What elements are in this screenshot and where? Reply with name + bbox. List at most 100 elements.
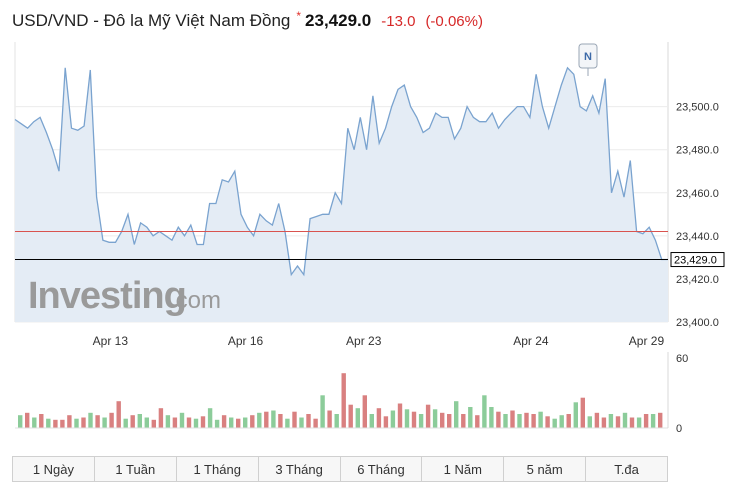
volume-bar xyxy=(130,415,135,428)
volume-bar xyxy=(545,416,550,428)
y-tick-label: 23,400.0 xyxy=(676,317,719,329)
volume-bar xyxy=(566,414,571,428)
volume-bar xyxy=(116,401,121,428)
volume-axis-ticks: 0 60 xyxy=(676,353,688,435)
watermark-suffix: .com xyxy=(169,287,221,314)
price-chart[interactable]: Investing .com Apr 13 Apr 16 Apr 23 Apr 24 A… xyxy=(0,0,750,450)
volume-bar xyxy=(81,417,86,428)
y-tick-label: 23,440.0 xyxy=(676,231,719,243)
volume-bar xyxy=(60,419,65,428)
volume-bar xyxy=(285,418,290,428)
tab-1-month[interactable]: 1 Tháng xyxy=(177,457,259,481)
volume-bar xyxy=(186,417,192,428)
volume-bar xyxy=(264,411,269,428)
tab-max[interactable]: T.đa xyxy=(586,457,667,481)
volume-bars xyxy=(15,352,669,429)
tab-1-day[interactable]: 1 Ngày xyxy=(13,457,95,481)
volume-bar xyxy=(214,419,220,428)
volume-bar xyxy=(615,416,621,428)
volume-bar xyxy=(278,414,283,428)
volume-bar xyxy=(425,404,431,428)
volume-bar xyxy=(538,411,543,428)
volume-bar xyxy=(327,410,332,428)
volume-bar xyxy=(482,395,487,428)
volume-bar xyxy=(165,415,171,428)
volume-bar xyxy=(299,417,304,428)
volume-bar xyxy=(306,414,311,428)
volume-bar xyxy=(622,412,628,428)
volume-bar xyxy=(404,409,410,428)
news-marker[interactable]: N xyxy=(578,43,598,76)
volume-bar xyxy=(193,418,199,428)
volume-bar xyxy=(573,402,578,428)
volume-bar xyxy=(221,415,227,428)
volume-bar xyxy=(46,418,51,428)
volume-bar xyxy=(88,412,93,428)
volume-bar xyxy=(524,412,529,428)
volume-bar xyxy=(348,404,353,428)
volume-bar xyxy=(158,408,164,428)
current-price-label-text: 23,429.0 xyxy=(674,255,717,267)
volume-bar xyxy=(250,415,255,428)
tab-6-months[interactable]: 6 Tháng xyxy=(341,457,423,481)
x-tick-label: Apr 23 xyxy=(346,334,382,348)
volume-bar xyxy=(440,412,445,428)
volume-bar xyxy=(496,411,501,428)
volume-bar xyxy=(144,417,149,428)
volume-bar xyxy=(418,414,424,428)
volume-bar xyxy=(468,407,473,428)
volume-bar xyxy=(18,415,23,428)
volume-bar xyxy=(489,407,494,428)
tab-1-week[interactable]: 1 Tuần xyxy=(95,457,177,481)
volume-bar xyxy=(658,412,663,428)
volume-bar xyxy=(531,414,536,428)
volume-bar xyxy=(629,417,635,428)
volume-bar xyxy=(39,414,44,428)
volume-bar xyxy=(95,415,100,428)
x-tick-label: Apr 13 xyxy=(93,334,129,348)
watermark-main: Investing xyxy=(28,275,186,317)
volume-bar xyxy=(608,414,614,428)
y-axis-ticks: 23,400.0 23,420.0 23,440.0 23,460.0 23,480.0… xyxy=(676,102,719,329)
volume-bar xyxy=(636,417,642,428)
volume-bar xyxy=(137,414,142,428)
volume-bar xyxy=(475,415,480,428)
volume-bar xyxy=(229,417,234,428)
volume-bar xyxy=(151,419,156,428)
volume-bar xyxy=(650,414,656,428)
tab-1-year[interactable]: 1 Năm xyxy=(422,457,505,481)
volume-bar xyxy=(517,414,522,428)
x-tick-label: Apr 16 xyxy=(228,334,264,348)
volume-bar xyxy=(179,412,185,428)
volume-bar xyxy=(257,412,262,428)
volume-bar xyxy=(67,415,72,428)
volume-bar xyxy=(292,411,297,428)
volume-bar xyxy=(411,411,417,428)
volume-bar xyxy=(102,417,107,428)
volume-bar xyxy=(123,418,128,428)
volume-bar xyxy=(587,416,592,428)
volume-bar xyxy=(390,410,396,428)
current-price-label: 23,429.0 xyxy=(670,252,725,268)
volume-bar xyxy=(355,408,360,428)
x-tick-label: Apr 29 xyxy=(629,334,665,348)
volume-tick-label: 0 xyxy=(676,423,682,435)
x-axis-ticks: Apr 13 Apr 16 Apr 23 Apr 24 Apr 29 xyxy=(93,334,665,348)
volume-bar xyxy=(313,418,318,428)
tab-5-years[interactable]: 5 năm xyxy=(504,457,587,481)
volume-bar xyxy=(320,395,325,428)
volume-bar xyxy=(503,414,508,428)
volume-bar xyxy=(383,416,389,428)
volume-bar xyxy=(559,415,564,428)
volume-bar xyxy=(243,417,248,428)
volume-bar xyxy=(341,373,346,428)
volume-bar xyxy=(32,417,37,428)
volume-bar xyxy=(74,418,79,428)
timeframe-tabs: 1 Ngày 1 Tuần 1 Tháng 3 Tháng 6 Tháng 1 … xyxy=(12,456,668,482)
volume-bar xyxy=(271,410,276,428)
tab-3-months[interactable]: 3 Tháng xyxy=(259,457,341,481)
volume-bar xyxy=(362,395,367,428)
volume-bar xyxy=(207,408,213,428)
volume-bar xyxy=(25,412,30,428)
volume-bar xyxy=(552,418,557,428)
